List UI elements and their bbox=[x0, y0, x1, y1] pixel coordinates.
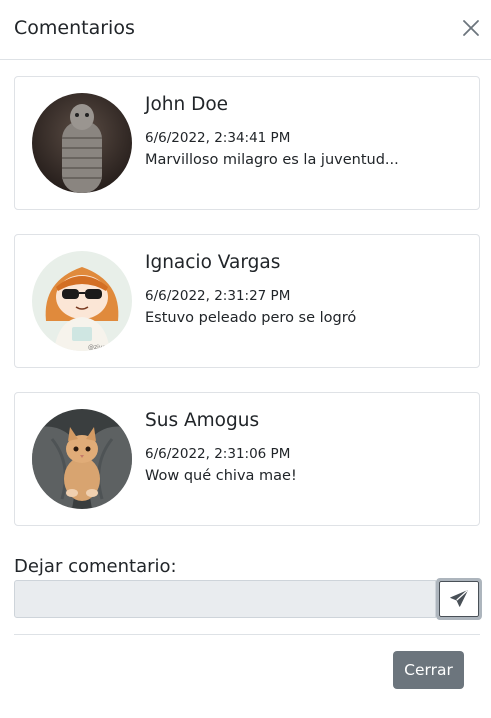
paper-plane-icon bbox=[450, 590, 468, 607]
comment-card: @ziven Ignacio Vargas 6/6/2022, 2:31:27 … bbox=[14, 234, 480, 368]
close-icon[interactable] bbox=[459, 16, 483, 40]
comment-date: 6/6/2022, 2:34:41 PM bbox=[145, 130, 291, 146]
svg-text:@ziven: @ziven bbox=[88, 344, 110, 351]
send-button[interactable] bbox=[436, 578, 482, 620]
avatar: @ziven bbox=[32, 251, 132, 351]
comment-date: 6/6/2022, 2:31:27 PM bbox=[145, 288, 291, 304]
comment-field-label: Dejar comentario: bbox=[14, 556, 177, 577]
comment-text: Wow qué chiva mae! bbox=[145, 468, 297, 484]
comment-card: John Doe 6/6/2022, 2:34:41 PM Marvilloso… bbox=[14, 76, 480, 210]
comment-text: Marvilloso milagro es la juventud... bbox=[145, 152, 399, 168]
modal-title: Comentarios bbox=[14, 17, 135, 39]
avatar bbox=[32, 93, 132, 193]
comment-input[interactable] bbox=[14, 580, 436, 618]
avatar bbox=[32, 409, 132, 509]
comment-author: Ignacio Vargas bbox=[145, 252, 281, 273]
comment-card: Sus Amogus 6/6/2022, 2:31:06 PM Wow qué … bbox=[14, 392, 480, 526]
comment-author: Sus Amogus bbox=[145, 410, 260, 431]
comment-author: John Doe bbox=[145, 94, 229, 115]
comment-text: Estuvo peleado pero se logró bbox=[145, 310, 357, 326]
comment-date: 6/6/2022, 2:31:06 PM bbox=[145, 446, 291, 462]
cerrar-button[interactable]: Cerrar bbox=[393, 651, 464, 689]
send-button-inner bbox=[439, 581, 479, 617]
modal-header: Comentarios bbox=[0, 0, 491, 60]
footer-divider bbox=[14, 634, 480, 635]
